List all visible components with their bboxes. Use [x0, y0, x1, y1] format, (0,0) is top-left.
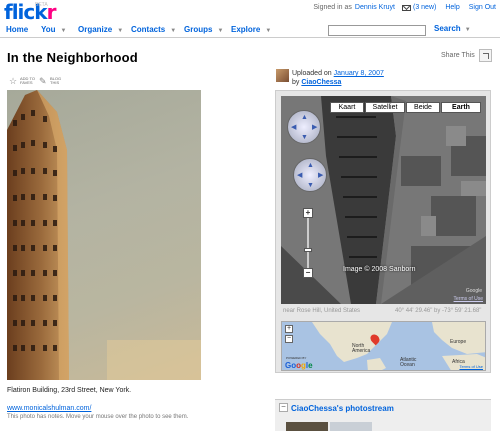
location-name: near Rose Hill, United States — [283, 308, 361, 314]
chevron-down-icon[interactable]: ▼ — [265, 28, 271, 34]
share-this-label[interactable]: Share This — [441, 52, 475, 59]
mini-zoom-in[interactable]: + — [285, 325, 293, 333]
photo-caption: Flatiron Building, 23rd Street, New York… — [7, 387, 132, 394]
mail-count-link[interactable]: (3 new) — [413, 4, 436, 11]
zoom-in-button[interactable]: + — [303, 208, 313, 218]
arrow-up-icon[interactable]: ▲ — [301, 114, 308, 121]
google-logo: Google — [285, 361, 313, 370]
nav-groups[interactable]: Groups ▼ — [184, 25, 223, 34]
star-icon: ☆ — [9, 76, 18, 86]
chevron-down-icon[interactable]: ▼ — [170, 28, 176, 34]
nav-you[interactable]: You ▼ — [41, 25, 66, 34]
look-control[interactable]: ▲ ▼ ◀ ▶ — [287, 110, 321, 144]
stream-thumbnail[interactable] — [330, 422, 372, 431]
uploader-avatar[interactable] — [276, 69, 289, 82]
map-copyright: Image © 2008 Sanborn — [343, 266, 416, 273]
map-type-earth[interactable]: Earth — [441, 102, 481, 113]
top-bar: flickr BETA Signed in as Dennis Kruyt (3… — [0, 0, 500, 22]
satellite-map[interactable]: Kaart Satelliet Beide Earth ▲ ▼ ◀ ▶ ▲ ▼ … — [281, 96, 486, 304]
chevron-down-icon[interactable]: ▼ — [61, 28, 67, 34]
username-link[interactable]: Dennis Kruyt — [355, 4, 395, 11]
stream-thumbnail[interactable] — [286, 422, 328, 431]
nav-contacts[interactable]: Contacts ▼ — [131, 25, 176, 34]
zoom-slider[interactable]: + − — [303, 208, 313, 278]
map-type-kaart[interactable]: Kaart — [330, 102, 364, 113]
nav-explore[interactable]: Explore ▼ — [231, 25, 271, 34]
zoom-track[interactable] — [307, 218, 309, 268]
map-type-beide[interactable]: Beide — [406, 102, 440, 113]
sign-out-link[interactable]: Sign Out — [469, 4, 496, 11]
add-to-faves-button[interactable]: ☆ ADD TO FAVES — [9, 77, 40, 86]
zoom-thumb[interactable] — [304, 248, 312, 252]
arrow-left-icon[interactable]: ◀ — [297, 172, 302, 179]
blog-this-label: BLOG THIS — [50, 76, 62, 85]
upload-date-link[interactable]: January 8, 2007 — [334, 70, 384, 77]
map-type-satelliet[interactable]: Satelliet — [365, 102, 405, 113]
arrow-left-icon[interactable]: ◀ — [291, 124, 296, 131]
mail-icon[interactable] — [402, 4, 411, 11]
chevron-down-icon[interactable]: ▼ — [117, 28, 123, 34]
move-control[interactable]: ▲ ▼ ◀ ▶ — [293, 158, 327, 192]
search-input[interactable] — [328, 25, 426, 36]
flatiron-building-image — [7, 90, 201, 380]
photo-link[interactable]: www.monicalshulman.com/ — [7, 405, 91, 412]
mini-zoom-out[interactable]: − — [285, 335, 293, 343]
page-title: In the Neighborhood — [7, 50, 138, 65]
label-north-america: North America — [352, 343, 371, 354]
collapse-toggle[interactable]: − — [279, 403, 288, 412]
overview-map[interactable]: + − North America Atlantic Ocean Europe … — [281, 321, 486, 371]
blog-this-button[interactable]: ✎ BLOG THIS — [39, 77, 64, 86]
beta-tag: BETA — [35, 2, 48, 8]
powered-by-label: POWERED BY — [286, 356, 307, 360]
upload-info: Uploaded on January 8, 2007 — [292, 70, 384, 77]
google-label: Google — [465, 288, 482, 294]
uploader-byline: by CiaoChessa — [292, 79, 342, 86]
chevron-down-icon[interactable]: ▼ — [217, 28, 223, 34]
nav-home[interactable]: Home — [6, 25, 28, 34]
photostream-title[interactable]: CiaoChessa's photostream — [291, 404, 394, 413]
add-to-faves-label: ADD TO FAVES — [20, 76, 35, 85]
label-europe: Europe — [450, 339, 467, 345]
arrow-right-icon[interactable]: ▶ — [318, 172, 323, 179]
nav-organize[interactable]: Organize ▼ — [78, 25, 123, 34]
zoom-out-button[interactable]: − — [303, 268, 313, 278]
chevron-down-icon[interactable]: ▼ — [465, 27, 471, 33]
arrow-down-icon[interactable]: ▼ — [307, 182, 314, 189]
label-atlantic: Atlantic Ocean — [400, 357, 417, 368]
help-link[interactable]: Help — [445, 4, 459, 11]
arrow-right-icon[interactable]: ▶ — [312, 124, 317, 131]
notes-hint: This photo has notes. Move your mouse ov… — [7, 414, 189, 420]
user-bar: Signed in as Dennis Kruyt (3 new) Help S… — [313, 4, 496, 11]
search-button[interactable]: Search ▼ — [434, 24, 471, 33]
blog-icon: ✎ — [39, 76, 47, 86]
location-coords: 40° 44' 29.46" by -73° 59' 21.68" — [395, 308, 482, 314]
uploader-link[interactable]: CiaoChessa — [301, 79, 341, 86]
main-photo[interactable] — [7, 90, 201, 380]
terms-link[interactable]: Terms of Use — [454, 296, 483, 302]
share-icon[interactable] — [479, 49, 492, 62]
arrow-up-icon[interactable]: ▲ — [307, 162, 314, 169]
mini-terms-link[interactable]: Terms of Use — [459, 364, 483, 369]
arrow-down-icon[interactable]: ▼ — [301, 134, 308, 141]
signed-in-label: Signed in as — [313, 4, 352, 11]
